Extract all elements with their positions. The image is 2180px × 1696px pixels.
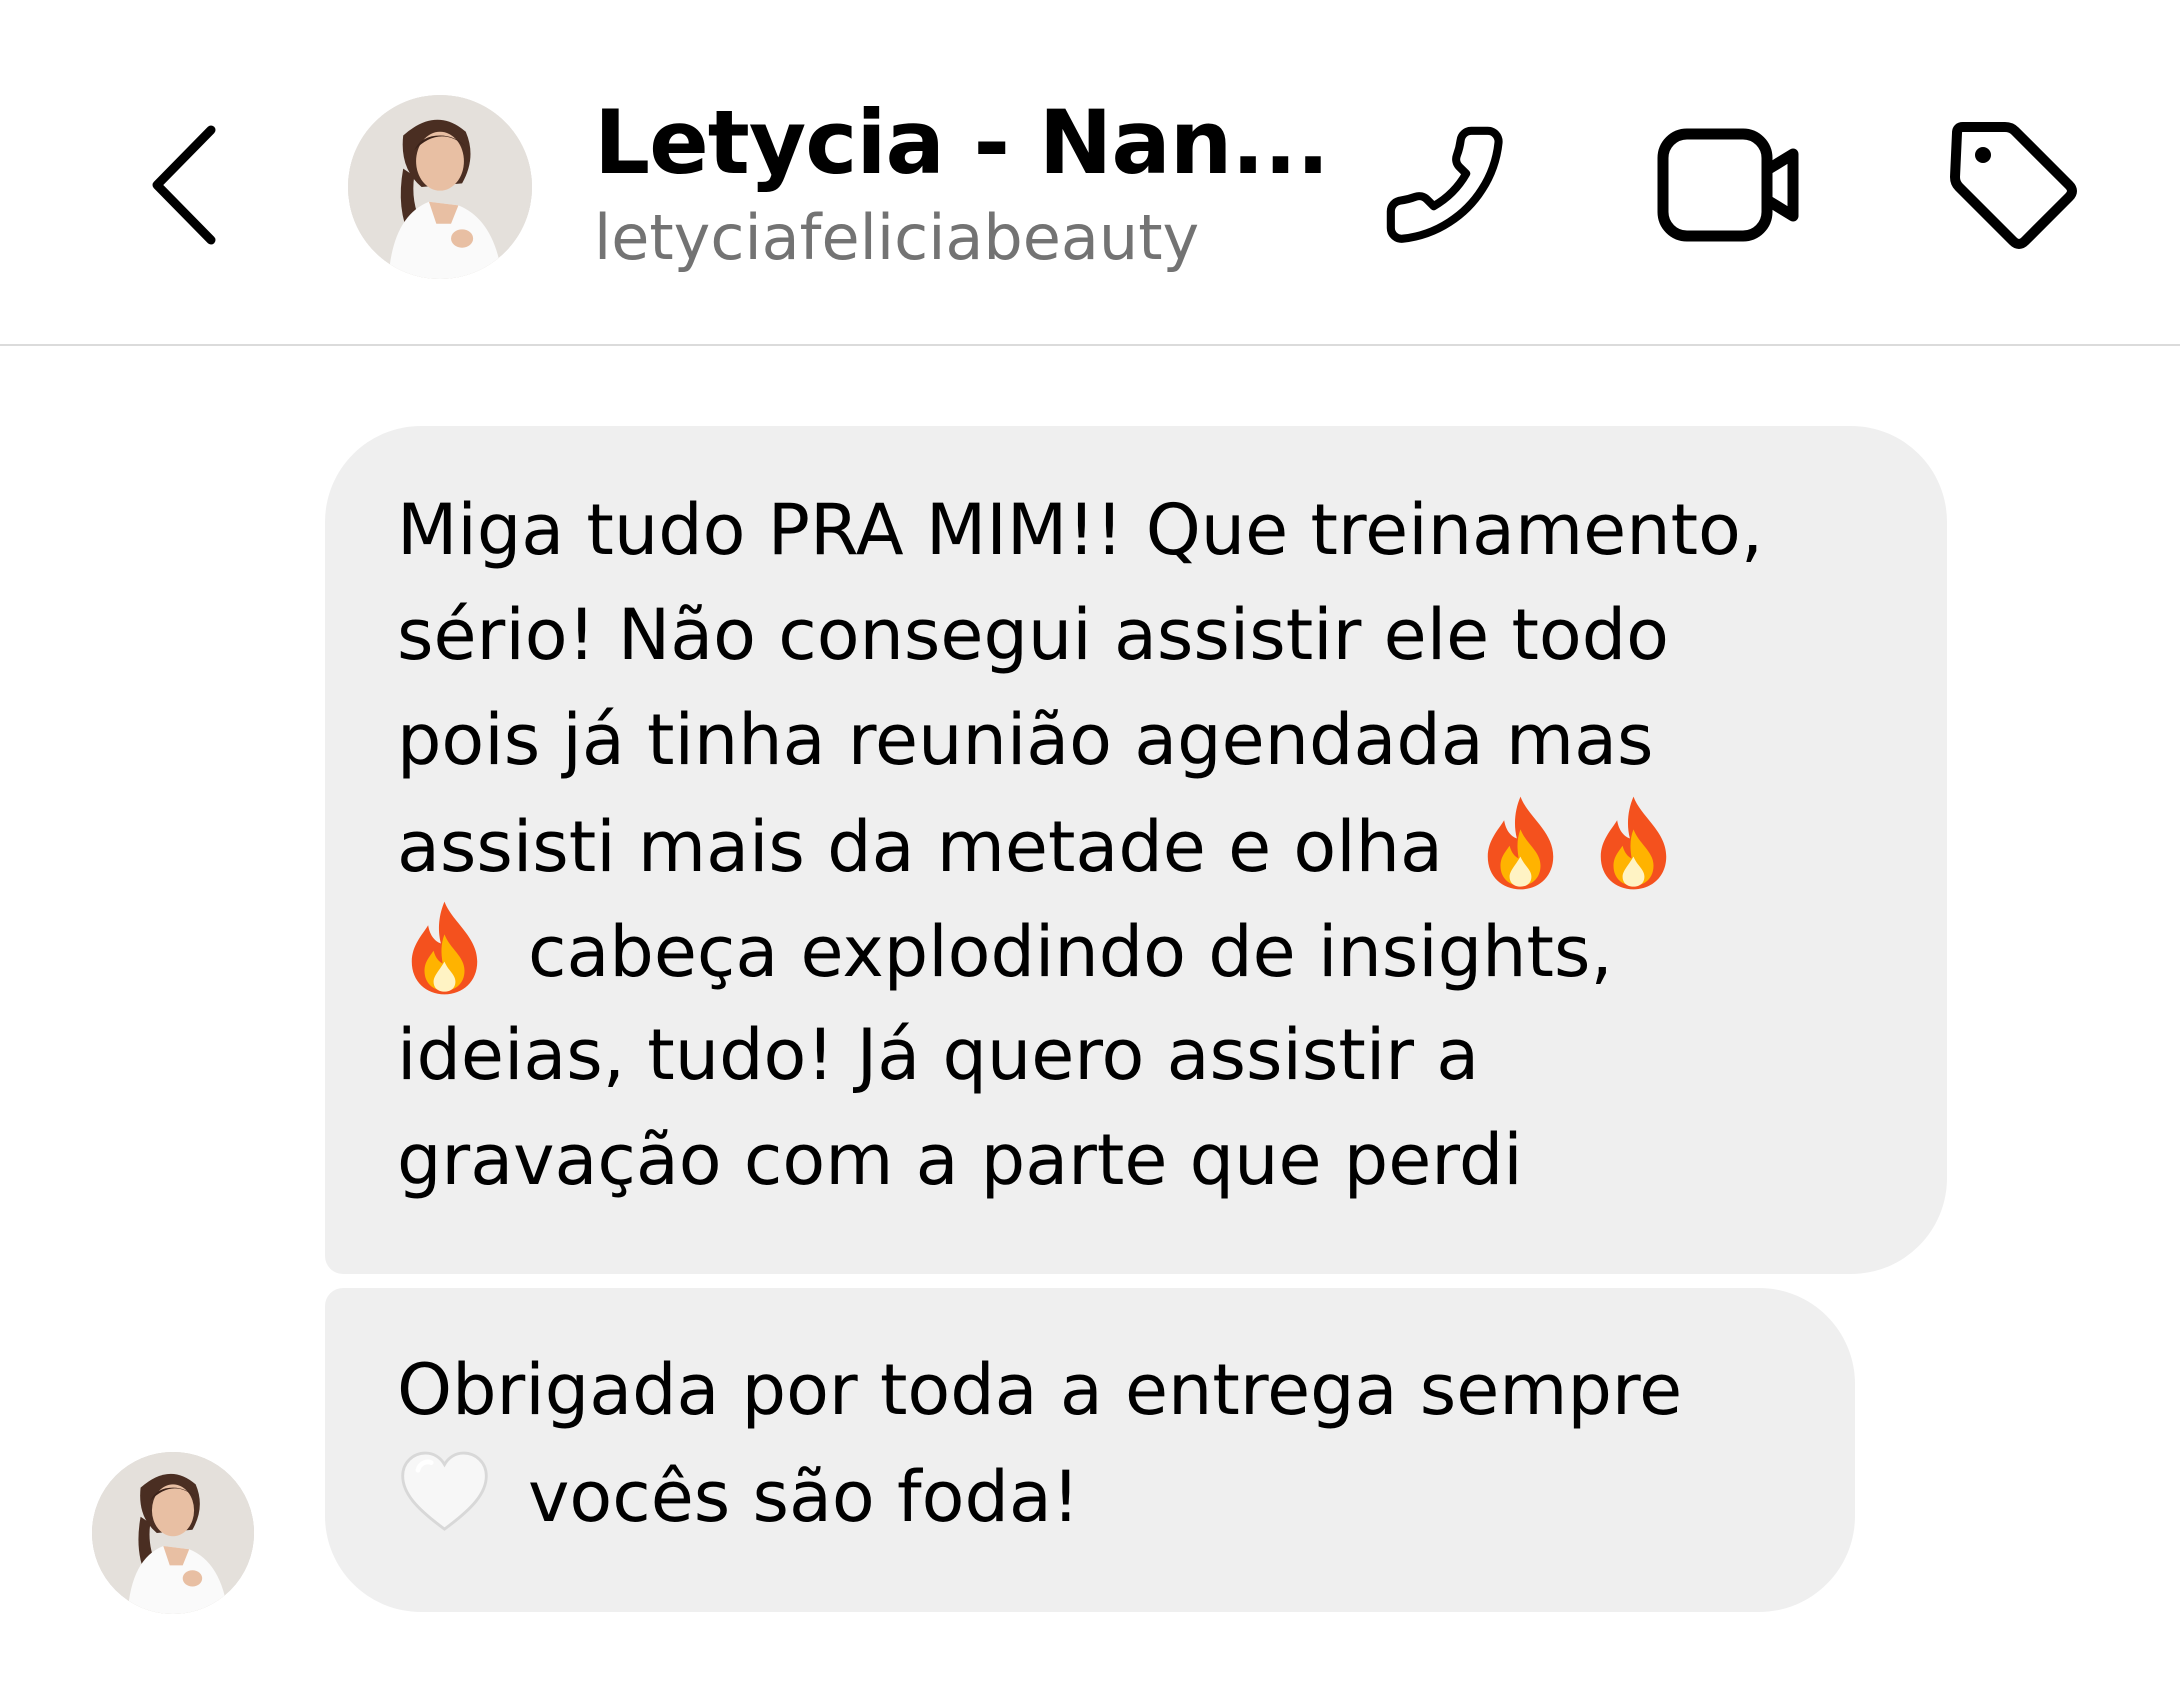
fire-emoji: [1586, 793, 1681, 893]
message-line: ideias, tudo! Já quero assistir a: [397, 1014, 1480, 1096]
message-bubble[interactable]: Obrigada por toda a entrega sempre vocês…: [325, 1288, 1855, 1612]
message-line: gravação com a parte que perdi: [397, 1119, 1523, 1201]
message-line: Obrigada por toda a entrega sempre: [397, 1349, 1683, 1431]
contact-name: Letycia - Nan...: [594, 91, 1330, 194]
video-call-button[interactable]: [1655, 110, 1805, 260]
chat-header: Letycia - Nan... letyciafeliciabeauty: [0, 0, 2180, 346]
phone-icon: [1386, 126, 1503, 243]
message-text: assisti mais da metade e olha: [397, 806, 1443, 888]
contact-title[interactable]: Letycia - Nan... letyciafeliciabeauty: [594, 88, 1330, 280]
message-text: vocês são foda!: [528, 1456, 1080, 1538]
message-bubble[interactable]: Miga tudo PRA MIM!! Que treinamento, sér…: [325, 426, 1947, 1274]
message-line-with-emoji: assisti mais da metade e olha: [397, 793, 1907, 898]
contact-avatar[interactable]: [348, 95, 532, 279]
back-button[interactable]: [130, 115, 240, 255]
message-line: sério! Não consegui assistir ele todo: [397, 594, 1669, 676]
fire-emoji: [1473, 793, 1568, 893]
tag-icon: [1950, 122, 2077, 249]
video-camera-icon: [1657, 128, 1799, 242]
call-button[interactable]: [1370, 110, 1520, 260]
message-text: cabeça explodindo de insights,: [528, 911, 1613, 993]
profile-photo: [92, 1452, 254, 1614]
chevron-left-icon: [152, 125, 216, 245]
contact-username: letyciafeliciabeauty: [594, 201, 1200, 274]
message-line-with-emoji: cabeça explodindo de insights,: [397, 898, 1907, 1003]
profile-photo: [348, 95, 532, 279]
message-line: Miga tudo PRA MIM!! Que treinamento,: [397, 489, 1764, 571]
label-button[interactable]: [1938, 110, 2088, 260]
message-line: pois já tinha reunião agendada mas: [397, 699, 1654, 781]
sender-avatar[interactable]: [92, 1452, 254, 1614]
fire-emoji: [397, 898, 492, 998]
message-line-with-emoji: vocês são foda!: [397, 1443, 1815, 1548]
white-heart-emoji: [397, 1443, 492, 1543]
